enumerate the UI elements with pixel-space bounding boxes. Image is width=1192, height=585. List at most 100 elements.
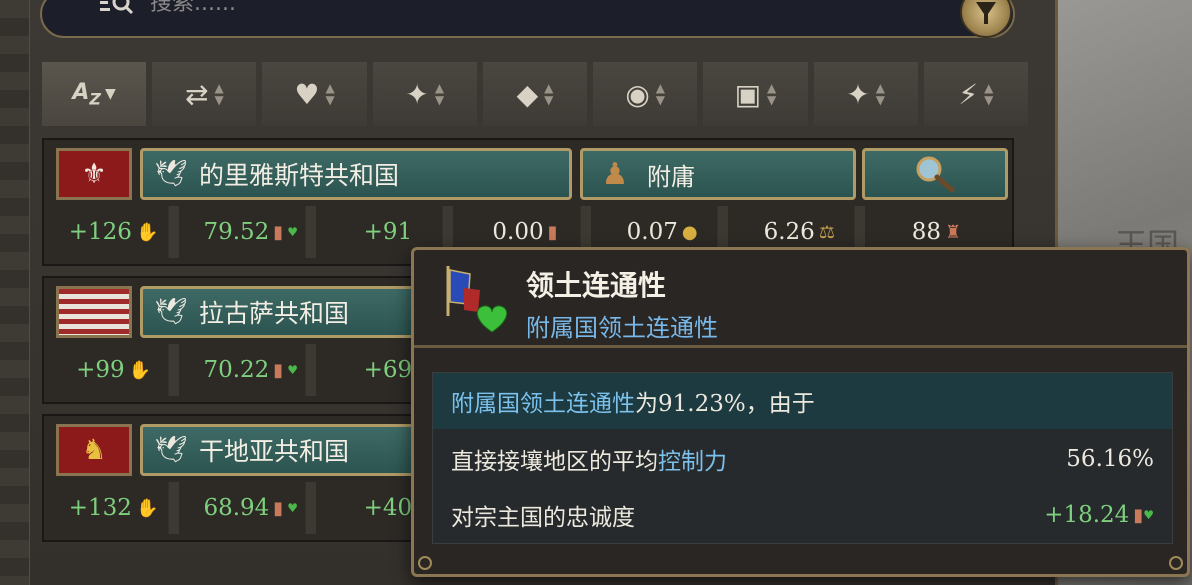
stat-opinion: +99 ✋: [48, 344, 186, 396]
tooltip-factor-control: 直接接壤地区的平均 控制力 56.16%: [433, 431, 1172, 487]
subject-type-button[interactable]: ♟ 附庸: [580, 148, 856, 200]
star-icon: ✦: [405, 77, 429, 111]
dove-icon: 🕊: [154, 435, 188, 465]
stat-value: +99: [76, 357, 125, 383]
search-icon: [100, 0, 134, 15]
sort-power-button[interactable]: ⚡ ▲ ▼: [923, 62, 1028, 126]
zoom-to-country-button[interactable]: [862, 148, 1008, 200]
factor-link: 控制力: [658, 449, 727, 475]
sort-alphabetical-button[interactable]: AZ ▼: [42, 62, 147, 126]
banner-icon: ▮: [273, 497, 284, 519]
heart-icon: ♥: [287, 363, 298, 377]
tooltip-summary: 附属国领土连通性 为91.23%，由于: [433, 373, 1172, 429]
handshake-icon: ✋: [128, 359, 152, 381]
country-flag[interactable]: [56, 286, 132, 338]
stat-value: 68.94: [203, 495, 270, 521]
sort-prestige-button[interactable]: ✦ ▲ ▼: [372, 62, 477, 126]
sort-trade-button[interactable]: ◆ ▲ ▼: [482, 62, 588, 126]
factor-value: 56.16%: [1066, 446, 1154, 472]
country-flag[interactable]: ⚜: [56, 148, 132, 200]
country-name-button[interactable]: 🕊 的里雅斯特共和国: [140, 148, 572, 200]
panel-ornament-edge: [0, 0, 30, 585]
sort-arrows-icon: ▲ ▼: [544, 81, 554, 107]
sort-territory-button[interactable]: ▣ ▲ ▼: [703, 62, 808, 126]
sort-influence-button[interactable]: ✦ ▲ ▼: [813, 62, 918, 126]
stat-value: 70.22: [203, 357, 270, 383]
filter-button[interactable]: [960, 0, 1012, 38]
filter-icon: [976, 2, 996, 24]
sort-arrows-icon: ▲ ▼: [655, 81, 666, 107]
territory-icon: ▣: [734, 77, 762, 111]
banner-icon: ▮: [273, 359, 284, 381]
stat-value: 0.07: [626, 219, 678, 245]
stat-opinion: +126 ✋: [48, 206, 186, 258]
pawn-icon: ♟: [601, 156, 629, 192]
heart-icon: ♥: [287, 501, 298, 515]
star-icon: ✦: [846, 77, 870, 111]
dove-icon: 🕊: [154, 159, 188, 189]
sort-arrows-icon: ▲ ▼: [434, 81, 445, 107]
trade-icon: ⚖: [818, 221, 835, 243]
territory-connectivity-tooltip: 领土连通性 附属国领土连通性 附属国领土连通性 为91.23%，由于 直接接壤地…: [411, 247, 1190, 577]
stat-opinion: +132 ✋: [48, 482, 186, 534]
country-flag[interactable]: ♞: [56, 424, 132, 476]
factor-label: 直接接壤地区的平均: [451, 449, 658, 475]
stat-value: +91: [363, 219, 413, 245]
heart-icon: ♥: [1143, 508, 1154, 522]
soldiers-icon: ♜: [944, 221, 962, 243]
country-name: 的里雅斯特共和国: [199, 161, 400, 190]
sort-diplomacy-button[interactable]: ⇄ ▲ ▼: [152, 62, 257, 126]
country-name: 拉古萨共和国: [199, 299, 350, 328]
banner-icon: ▮: [273, 221, 284, 243]
summary-highlight: 附属国领土连通性: [451, 391, 635, 417]
stat-value: +126: [68, 219, 132, 245]
stat-loyalty: 70.22 ▮ ♥: [185, 344, 323, 396]
search-input[interactable]: 搜索......: [150, 0, 236, 16]
dove-icon: 🕊: [154, 297, 188, 327]
trade-icon: ◆: [516, 77, 539, 111]
factor-value: +18.24: [1044, 502, 1130, 528]
stat-loyalty: 68.94 ▮ ♥: [185, 482, 323, 534]
banner-heart-icon: [446, 266, 508, 333]
banner-icon: ▮: [1133, 504, 1144, 526]
chevron-down-icon: ▼: [105, 86, 116, 102]
handshake-icon: ✋: [135, 221, 159, 243]
az-sort-icon: AZ: [72, 79, 102, 109]
stat-value: +40: [363, 495, 413, 521]
coin-icon: ●: [681, 221, 698, 243]
sort-arrows-icon: ▲ ▼: [767, 81, 777, 107]
tooltip-body: 附属国领土连通性 为91.23%，由于 直接接壤地区的平均 控制力 56.16%…: [432, 372, 1173, 544]
coins-icon: ◉: [625, 77, 650, 111]
lightning-icon: ⚡: [958, 77, 979, 111]
tooltip-header: 领土连通性 附属国领土连通性: [414, 250, 1187, 348]
sort-arrows-icon: ▲ ▼: [984, 81, 994, 107]
sort-arrows-icon: ▲ ▼: [875, 81, 885, 107]
diplomacy-icon: ⇄: [184, 77, 209, 111]
stat-value: 0.00: [492, 219, 544, 245]
stat-loyalty: 79.52 ▮ ♥: [185, 206, 323, 258]
handshake-icon: ✋: [135, 497, 159, 519]
stat-value: 6.26: [763, 219, 815, 245]
country-name: 干地亚共和国: [199, 437, 350, 466]
search-bar[interactable]: 搜索......: [40, 0, 1015, 38]
subject-type-label: 附庸: [647, 162, 695, 191]
stat-value: +132: [68, 495, 132, 521]
sort-bar: AZ ▼ ⇄ ▲ ▼ ♥ ▲ ▼ ✦ ▲ ▼ ◆ ▲ ▼ ◉ ▲ ▼ ▣ ▲ ▼ ✦ ▲ ▼: [42, 62, 1028, 126]
sort-opinion-button[interactable]: ♥ ▲ ▼: [262, 62, 367, 126]
sort-income-button[interactable]: ◉ ▲ ▼: [593, 62, 698, 126]
summary-text: 为91.23%，由于: [635, 391, 815, 417]
sort-arrows-icon: ▲ ▼: [214, 81, 224, 107]
stat-value: 88: [911, 219, 941, 245]
tooltip-title: 领土连通性: [526, 269, 667, 302]
stat-value: +69: [363, 357, 413, 383]
factor-label: 对宗主国的忠诚度: [451, 505, 635, 531]
tooltip-factor-loyalty: 对宗主国的忠诚度 +18.24 ▮ ♥: [433, 487, 1172, 543]
tooltip-subtitle: 附属国领土连通性: [526, 314, 718, 342]
corner-ornament: [1169, 556, 1183, 570]
corner-ornament: [418, 556, 432, 570]
magnifier-icon: [916, 156, 955, 193]
heart-icon: ♥: [294, 77, 320, 111]
centaur-icon: ♞: [81, 433, 107, 466]
banner-icon: ▮: [547, 221, 558, 243]
fleur-de-lis-icon: ⚜: [81, 157, 107, 190]
